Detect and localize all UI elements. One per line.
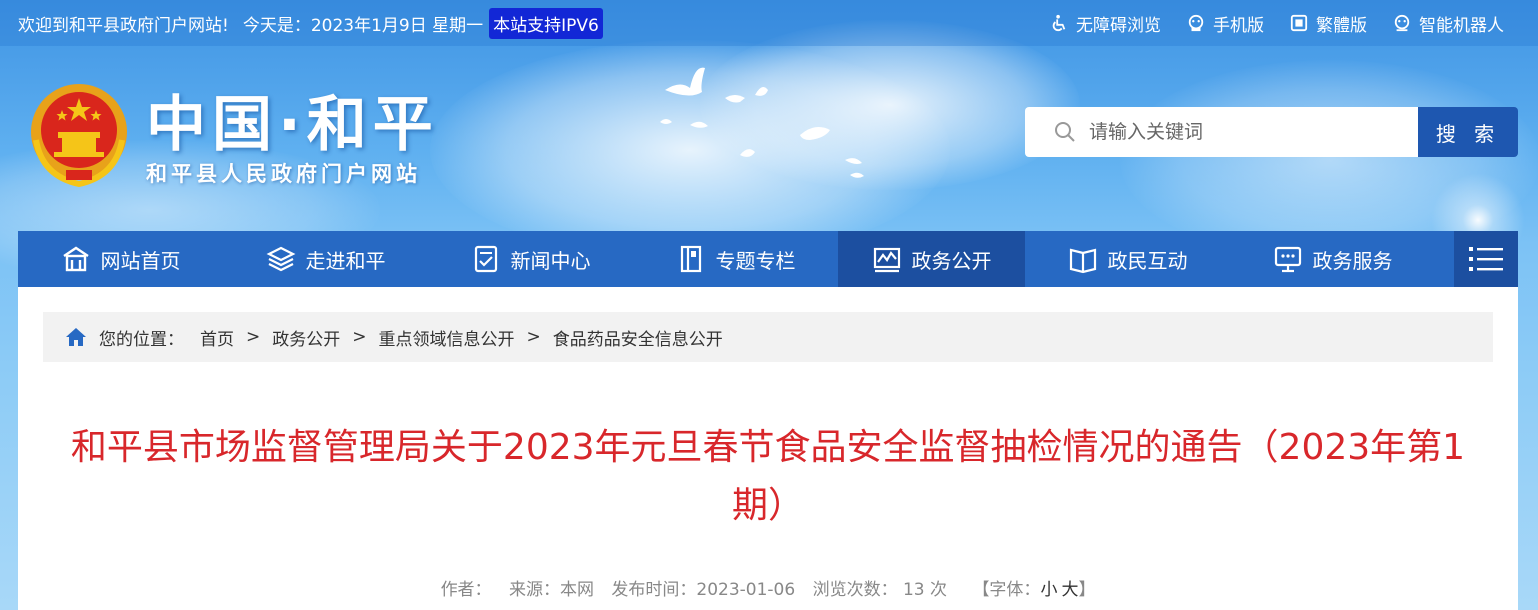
meta-source-label: 来源： <box>508 580 560 600</box>
nav-menu-button[interactable] <box>1454 231 1518 287</box>
robot-link[interactable]: 智能机器人 <box>1393 11 1504 36</box>
nav-item-label: 政务服务 <box>1312 248 1393 273</box>
monitor-icon <box>1274 246 1301 273</box>
accessibility-link[interactable]: 无障碍浏览 <box>1050 11 1161 36</box>
search-button[interactable]: 搜 索 <box>1418 107 1518 157</box>
nav-item-label: 政民互动 <box>1107 248 1188 273</box>
nav-item-news[interactable]: 新闻中心 <box>428 231 633 287</box>
nav-item-label: 新闻中心 <box>510 248 591 273</box>
top-bar: 欢迎到和平县政府门户网站! 今天是：2023年1月9日 星期一 本站支持IPV6… <box>0 0 1538 46</box>
search-box <box>1025 107 1418 157</box>
column-icon <box>680 245 701 273</box>
book-icon <box>1069 248 1096 274</box>
search-icon <box>1055 122 1075 142</box>
top-links: 无障碍浏览 手机版 繁體版 智能机器人 <box>1050 0 1504 46</box>
chart-icon <box>873 247 900 273</box>
nav-item-label: 网站首页 <box>100 248 181 273</box>
mobile-icon <box>1188 14 1204 32</box>
layers-icon <box>266 246 295 272</box>
breadcrumb-food-drug[interactable]: 食品药品安全信息公开 <box>553 325 723 350</box>
font-large-button[interactable]: 大 <box>1061 580 1078 600</box>
menu-icon <box>1469 247 1503 271</box>
main-nav: 网站首页 走进和平 新闻中心 专题专栏 政务公开 政民互动 政务服务 <box>18 231 1518 287</box>
meta-views-label: 浏览次数： <box>812 580 898 600</box>
home-icon <box>62 246 89 272</box>
site-subtitle: 和平县人民政府门户网站 <box>146 162 421 186</box>
search-input[interactable] <box>1089 121 1389 143</box>
news-icon <box>474 245 497 273</box>
content-area: 您的位置： 首页 > 政务公开 > 重点领域信息公开 > 食品药品安全信息公开 … <box>18 287 1518 610</box>
accessibility-icon <box>1052 14 1066 32</box>
nav-item-label: 专题专栏 <box>715 248 796 273</box>
search-bar: 搜 索 <box>1025 107 1518 157</box>
breadcrumb-key-areas[interactable]: 重点领域信息公开 <box>379 325 515 350</box>
nav-item-home[interactable]: 网站首页 <box>18 231 223 287</box>
breadcrumb-home[interactable]: 首页 <box>200 325 234 350</box>
breadcrumb-separator: > <box>246 327 261 347</box>
meta-views: 浏览次数： 13 次 <box>813 580 947 600</box>
meta-views-value: 13 <box>902 580 925 600</box>
nav-item-interaction[interactable]: 政民互动 <box>1025 231 1230 287</box>
breadcrumb-label: 您的位置： <box>99 329 184 350</box>
meta-source-value: 本网 <box>559 580 594 600</box>
date-text: 今天是：2023年1月9日 星期一 <box>242 15 484 36</box>
meta-date-label: 发布时间： <box>611 580 697 600</box>
nav-item-label: 政务公开 <box>911 248 992 273</box>
ipv6-badge: 本站支持IPV6 <box>489 7 603 39</box>
traditional-chinese-label: 繁體版 <box>1316 15 1367 36</box>
national-emblem-logo <box>31 84 127 188</box>
meta-font-close: 】 <box>1078 580 1096 600</box>
nav-item-special[interactable]: 专题专栏 <box>633 231 838 287</box>
mobile-label: 手机版 <box>1213 15 1264 36</box>
site-name[interactable]: 中国·和平 <box>146 76 439 163</box>
traditional-chinese-link[interactable]: 繁體版 <box>1290 11 1367 36</box>
traditional-chinese-icon <box>1290 14 1308 32</box>
nav-item-label: 走进和平 <box>305 248 386 273</box>
nav-item-gov-affairs[interactable]: 政务公开 <box>838 231 1025 287</box>
robot-icon <box>1394 14 1410 32</box>
breadcrumb-gov-affairs[interactable]: 政务公开 <box>272 325 340 350</box>
meta-font-size: 【字体：小 大】 <box>972 580 1095 600</box>
meta-date-value: 2023-01-06 <box>696 580 796 600</box>
breadcrumb: 您的位置： 首页 > 政务公开 > 重点领域信息公开 > 食品药品安全信息公开 <box>43 312 1493 362</box>
meta-source: 来源：本网 <box>509 580 594 600</box>
home-icon <box>66 328 86 346</box>
nav-item-services[interactable]: 政务服务 <box>1230 231 1435 287</box>
article-meta: 作者： 来源：本网 发布时间：2023-01-06 浏览次数： 13 次 【字体… <box>18 575 1518 600</box>
nav-item-about[interactable]: 走进和平 <box>223 231 428 287</box>
accessibility-label: 无障碍浏览 <box>1076 15 1161 36</box>
meta-date: 发布时间：2023-01-06 <box>611 580 795 600</box>
article-title: 和平县市场监督管理局关于2023年元旦春节食品安全监督抽检情况的通告（2023年… <box>70 427 1466 526</box>
meta-views-unit: 次 <box>930 580 948 600</box>
breadcrumb-separator: > <box>352 327 367 347</box>
font-small-button[interactable]: 小 <box>1040 580 1057 600</box>
mobile-link[interactable]: 手机版 <box>1187 11 1264 36</box>
meta-font-label: 【字体： <box>972 580 1041 600</box>
meta-author-label: 作者： <box>440 580 492 600</box>
doves-decoration <box>660 67 864 178</box>
welcome-text: 欢迎到和平县政府门户网站! <box>18 15 229 36</box>
robot-label: 智能机器人 <box>1419 15 1504 36</box>
breadcrumb-separator: > <box>526 327 541 347</box>
